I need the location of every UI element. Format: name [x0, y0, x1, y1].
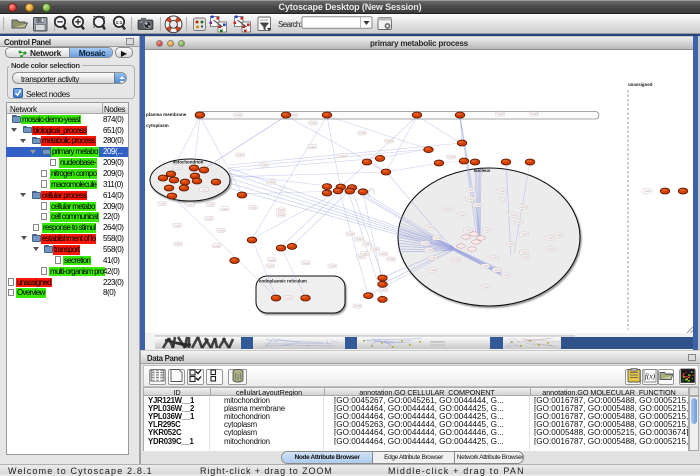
svg-text:Yxx00: Yxx00	[448, 156, 456, 159]
svg-text:mitochondrion: mitochondrion	[173, 160, 204, 165]
svg-text:Yxx00: Yxx00	[426, 226, 434, 229]
svg-text:Yxx00: Yxx00	[359, 132, 367, 135]
svg-text:Yxx00: Yxx00	[484, 229, 492, 232]
svg-text:Yxx00: Yxx00	[547, 237, 555, 240]
svg-text:Yxx00: Yxx00	[278, 214, 286, 217]
svg-text:Yxx00: Yxx00	[339, 155, 347, 158]
svg-text:Yxx00: Yxx00	[388, 258, 396, 261]
svg-text:Yxx00: Yxx00	[426, 249, 434, 252]
svg-text:Yxx00: Yxx00	[372, 248, 380, 251]
svg-text:Yxx00: Yxx00	[497, 113, 505, 116]
svg-text:Yxx00: Yxx00	[494, 269, 502, 272]
svg-text:Yxx00: Yxx00	[175, 243, 183, 246]
svg-text:Yxx00: Yxx00	[207, 204, 215, 207]
svg-text:Yxx00: Yxx00	[483, 286, 491, 289]
svg-text:Yxx00: Yxx00	[510, 214, 518, 217]
svg-text:Yxx00: Yxx00	[422, 242, 430, 245]
svg-text:nucleus: nucleus	[474, 168, 491, 173]
svg-text:Yxx00: Yxx00	[187, 204, 195, 207]
svg-text:Yxx00: Yxx00	[503, 274, 511, 277]
svg-text:Yxx00: Yxx00	[429, 269, 437, 272]
svg-text:Yxx00: Yxx00	[362, 253, 370, 256]
svg-text:Yxx00: Yxx00	[430, 257, 438, 260]
svg-text:Yxx00: Yxx00	[501, 199, 509, 202]
svg-text:Yxx00: Yxx00	[644, 190, 652, 193]
svg-text:Yxx00: Yxx00	[249, 206, 257, 209]
svg-text:Yxx00: Yxx00	[482, 265, 490, 268]
svg-text:Yxx00: Yxx00	[520, 206, 528, 209]
svg-text:Yxx00: Yxx00	[302, 262, 310, 265]
svg-text:Yxx00: Yxx00	[521, 251, 529, 254]
svg-text:Yxx00: Yxx00	[310, 122, 318, 125]
svg-text:Yxx00: Yxx00	[221, 208, 229, 211]
svg-text:Yxx00: Yxx00	[201, 189, 209, 192]
svg-text:Yxx00: Yxx00	[531, 113, 539, 116]
svg-text:Yxx00: Yxx00	[522, 256, 530, 259]
svg-text:Yxx00: Yxx00	[548, 248, 556, 251]
svg-text:Yxx00: Yxx00	[329, 265, 337, 268]
svg-text:endoplasmic reticulum: endoplasmic reticulum	[259, 279, 307, 284]
svg-text:Yxx00: Yxx00	[453, 259, 461, 262]
svg-text:Yxx00: Yxx00	[467, 198, 475, 201]
svg-text:Yxx00: Yxx00	[358, 256, 366, 259]
svg-text:Yxx00: Yxx00	[434, 237, 442, 240]
svg-text:Yxx00: Yxx00	[213, 245, 221, 248]
svg-text:Yxx00: Yxx00	[465, 229, 473, 232]
svg-text:Yxx00: Yxx00	[347, 233, 355, 236]
svg-text:Yxx00: Yxx00	[491, 257, 499, 260]
svg-text:Yxx00: Yxx00	[206, 218, 214, 221]
svg-text:Yxx00: Yxx00	[175, 167, 183, 170]
svg-text:Yxx00: Yxx00	[380, 289, 388, 292]
svg-text:Yxx00: Yxx00	[218, 229, 226, 232]
svg-text:Yxx00: Yxx00	[508, 243, 516, 246]
svg-text:Yxx00: Yxx00	[268, 181, 276, 184]
svg-text:Yxx00: Yxx00	[499, 190, 507, 193]
svg-text:Yxx00: Yxx00	[356, 238, 364, 241]
svg-text:Yxx00: Yxx00	[555, 234, 563, 237]
svg-text:Yxx00: Yxx00	[459, 214, 467, 217]
svg-text:Yxx00: Yxx00	[267, 265, 275, 268]
svg-text:Yxx00: Yxx00	[261, 164, 269, 167]
svg-text:Yxx00: Yxx00	[516, 221, 524, 224]
svg-text:Yxx00: Yxx00	[285, 297, 293, 300]
svg-text:cytoplasm: cytoplasm	[146, 123, 169, 128]
svg-text:Yxx00: Yxx00	[380, 253, 388, 256]
svg-text:Yxx00: Yxx00	[468, 189, 476, 192]
svg-text:Yxx00: Yxx00	[474, 204, 482, 207]
svg-text:Yxx00: Yxx00	[278, 209, 286, 212]
svg-text:Yxx00: Yxx00	[268, 259, 276, 262]
svg-text:unassigned: unassigned	[628, 82, 653, 87]
svg-text:plasma membrane: plasma membrane	[146, 112, 187, 117]
svg-text:Yxx00: Yxx00	[174, 224, 182, 227]
svg-text:Yxx00: Yxx00	[386, 140, 394, 143]
svg-text:Yxx00: Yxx00	[159, 203, 167, 206]
svg-text:Yxx00: Yxx00	[444, 208, 452, 211]
svg-text:Yxx00: Yxx00	[364, 243, 372, 246]
svg-text:Yxx00: Yxx00	[309, 146, 317, 149]
svg-text:Yxx00: Yxx00	[521, 233, 529, 236]
svg-text:Yxx00: Yxx00	[235, 114, 243, 117]
svg-text:Yxx00: Yxx00	[237, 154, 245, 157]
svg-text:f(x): f(x)	[645, 372, 656, 381]
svg-text:Yxx00: Yxx00	[354, 305, 362, 308]
